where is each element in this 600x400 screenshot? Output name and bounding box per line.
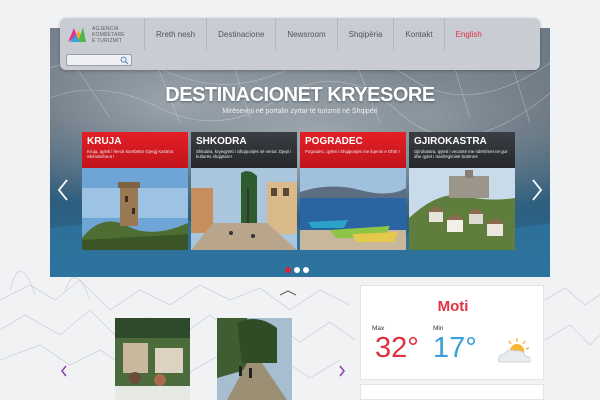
slider-prev-arrow[interactable]: [56, 178, 70, 202]
destination-card-pogradec[interactable]: POGRADEC Pogradec, qyteti i Shqiponjës m…: [300, 132, 406, 250]
search-box: [66, 54, 132, 66]
photo-gallery: [60, 315, 350, 400]
weather-widget-footer: [360, 384, 544, 400]
card-header: SHKODRA Shkodra, kryeqyteti i Shqiponjës…: [191, 132, 297, 168]
destination-card-gjirokastra[interactable]: GJIROKASTRA Gjirokastra, qyteti i vecant…: [409, 132, 515, 250]
card-description: Shkodra, kryeqyteti i Shqiponjës së veri…: [196, 149, 292, 160]
slider-pagination: [285, 267, 309, 273]
slider-dot-3[interactable]: [303, 267, 309, 273]
search-icon[interactable]: [120, 56, 129, 65]
logo-text: AGJENCIA KOMBËTARE E TURIZMIT: [92, 26, 125, 44]
card-title: SHKODRA: [196, 136, 247, 147]
destination-card-shkodra[interactable]: SHKODRA Shkodra, kryeqyteti i Shqiponjës…: [191, 132, 297, 250]
agency-logo[interactable]: AGJENCIA KOMBËTARE E TURIZMIT: [66, 22, 146, 48]
card-image-gjirokastra-town: [409, 168, 515, 250]
slider-title: DESTINACIONET KRYESORE: [165, 84, 435, 106]
top-navigation-bar: AGJENCIA KOMBËTARE E TURIZMIT Rreth nesh…: [60, 18, 540, 70]
nav-item-english[interactable]: English: [443, 18, 493, 50]
gallery-next-arrow[interactable]: [338, 365, 346, 377]
main-menu: Rreth nesh Destinacione Newsroom Shqipër…: [144, 18, 493, 50]
weather-title: Moti: [437, 298, 469, 315]
card-image-shkodra-street: [191, 168, 297, 250]
gallery-thumbnail-1[interactable]: [115, 318, 190, 400]
min-temperature: 17°: [433, 332, 477, 364]
logo-mark-icon: [68, 27, 86, 42]
destination-cards: KRUJA Kruja, qyteti i heroit kombëtar Gj…: [82, 132, 515, 250]
gallery-prev-arrow[interactable]: [60, 365, 68, 377]
card-header: GJIROKASTRA Gjirokastra, qyteti i vecant…: [409, 132, 515, 168]
card-title: KRUJA: [87, 136, 122, 147]
weather-widget: Moti Max Min 32° 17°: [360, 285, 544, 380]
nav-item-shqiperia[interactable]: Shqipëria: [336, 18, 394, 50]
nav-item-newsroom[interactable]: Newsroom: [275, 18, 336, 50]
nav-item-destinacione[interactable]: Destinacione: [206, 18, 275, 50]
card-image-kruja-castle: [82, 168, 188, 250]
card-description: Gjirokastra, qyteti i vecantë me ndërtim…: [414, 149, 508, 160]
gallery-thumbnail-2[interactable]: [217, 318, 292, 400]
card-header: POGRADEC Pogradec, qyteti i Shqiponjës m…: [300, 132, 406, 168]
card-image-pogradec-lake: [300, 168, 406, 250]
slider-dot-2[interactable]: [294, 267, 300, 273]
min-temp-label: Min: [433, 325, 444, 332]
max-temperature: 32°: [375, 332, 419, 364]
card-title: POGRADEC: [305, 136, 363, 147]
max-temp-label: Max: [372, 325, 385, 332]
card-description: Pogradec, qyteti i Shqiponjës me liqenin…: [305, 149, 400, 154]
slider-dot-1[interactable]: [285, 267, 291, 273]
slider-subtitle: Mirësevini në portalin zyrtar të turizmi…: [222, 108, 378, 115]
slider-next-arrow[interactable]: [530, 178, 544, 202]
nav-item-kontakt[interactable]: Kontakt: [393, 18, 443, 50]
partly-sunny-icon: [498, 338, 531, 363]
card-description: Kruja, qyteti i heroit kombëtar Gjergj K…: [87, 149, 174, 160]
search-input[interactable]: [69, 56, 117, 65]
card-title: GJIROKASTRA: [414, 136, 487, 147]
card-header: KRUJA Kruja, qyteti i heroit kombëtar Gj…: [82, 132, 188, 168]
destination-card-kruja[interactable]: KRUJA Kruja, qyteti i heroit kombëtar Gj…: [82, 132, 188, 250]
nav-item-rreth-nesh[interactable]: Rreth nesh: [144, 18, 206, 50]
